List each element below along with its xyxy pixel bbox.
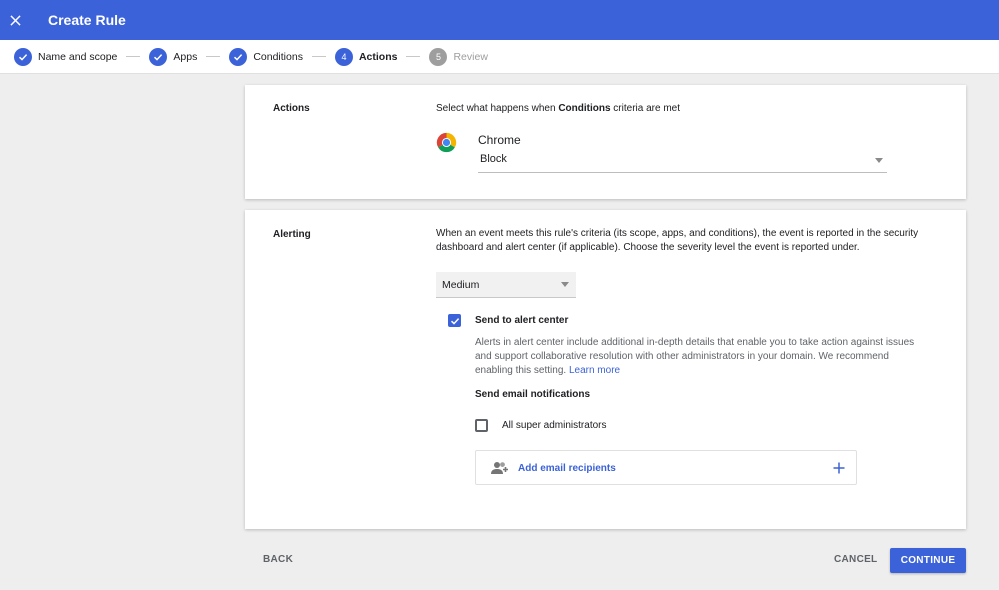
severity-select-value: Medium	[442, 279, 480, 291]
super-admins-checkbox[interactable]	[475, 419, 488, 432]
email-notifications-heading: Send email notifications	[475, 389, 591, 400]
cancel-button[interactable]: CANCEL	[834, 554, 877, 565]
continue-button[interactable]: CONTINUE	[890, 548, 966, 573]
step-actions[interactable]: 4 Actions	[334, 47, 398, 66]
page-title: Create Rule	[48, 12, 126, 28]
step-label: Review	[453, 50, 488, 63]
action-select-value: Block	[480, 153, 507, 165]
add-email-recipients-button[interactable]: Add email recipients	[475, 450, 857, 485]
step-label: Conditions	[253, 50, 303, 63]
alerting-section-label: Alerting	[273, 229, 311, 240]
actions-card: Actions Select what happens when Conditi…	[245, 85, 966, 199]
add-email-recipients-label: Add email recipients	[518, 463, 616, 474]
check-icon	[450, 317, 459, 325]
plus-icon	[833, 462, 845, 474]
step-conditions[interactable]: Conditions	[229, 47, 303, 66]
send-to-alert-center-label: Send to alert center	[475, 315, 569, 326]
super-admins-label: All super administrators	[502, 420, 607, 431]
action-select[interactable]: Block	[478, 151, 887, 173]
app-header: Create Rule	[0, 0, 999, 40]
step-label: Apps	[173, 50, 198, 63]
back-button[interactable]: BACK	[263, 554, 293, 565]
step-number: 5	[429, 47, 448, 66]
step-review: 5 Review	[429, 47, 488, 66]
chrome-icon	[436, 132, 457, 153]
alerting-card: Alerting When an event meets this rule's…	[245, 210, 966, 529]
app-name: Chrome	[478, 133, 521, 147]
dropdown-arrow-icon	[875, 158, 883, 163]
send-to-alert-center-checkbox[interactable]	[448, 314, 461, 327]
actions-description: Select what happens when Conditions crit…	[436, 103, 680, 114]
step-label: Actions	[358, 50, 398, 63]
learn-more-link[interactable]: Learn more	[569, 365, 620, 376]
severity-select[interactable]: Medium	[436, 272, 576, 298]
step-divider	[406, 56, 421, 57]
step-label: Name and scope	[38, 50, 118, 63]
step-name-and-scope[interactable]: Name and scope	[14, 47, 118, 66]
actions-section-label: Actions	[273, 103, 310, 114]
step-divider	[206, 56, 221, 57]
alert-center-help-text: Alerts in alert center include additiona…	[475, 337, 915, 376]
check-icon	[149, 47, 168, 66]
check-icon	[14, 47, 32, 66]
step-divider	[311, 56, 326, 57]
step-number: 4	[334, 47, 353, 66]
stepper: Name and scope Apps Conditions 4 Actions…	[0, 40, 999, 74]
alerting-description: When an event meets this rule's criteria…	[436, 228, 919, 253]
add-people-icon	[491, 462, 508, 474]
dropdown-arrow-icon	[561, 282, 569, 287]
close-button[interactable]	[0, 0, 30, 40]
check-icon	[229, 47, 248, 66]
close-icon	[9, 14, 21, 26]
step-divider	[126, 56, 141, 57]
step-apps[interactable]: Apps	[149, 47, 198, 66]
